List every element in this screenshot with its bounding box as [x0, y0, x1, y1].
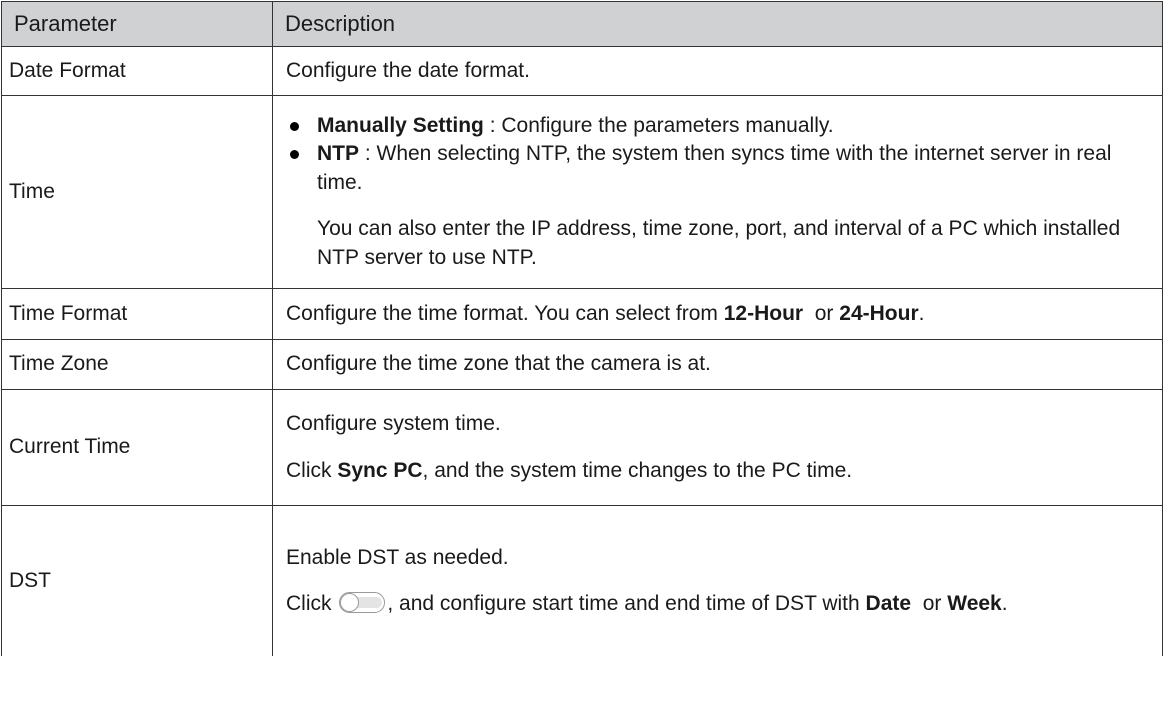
option-12-hour: 12-Hour [723, 301, 804, 325]
current-time-line2: Click Sync PC, and the system time chang… [286, 457, 1150, 485]
param-current-time: Current Time [1, 389, 273, 506]
list-item-ntp: NTP : When selecting NTP, the system the… [286, 140, 1150, 197]
desc-dst: Enable DST as needed. Click , and config… [272, 505, 1163, 656]
param-date-format: Date Format [1, 46, 273, 96]
table-row-time-zone: Time Zone Configure the time zone that t… [1, 339, 1163, 390]
header-parameter: Parameter [1, 1, 273, 47]
toggle-knob [340, 593, 360, 612]
option-ntp: NTP [317, 142, 359, 166]
option-week: Week [947, 592, 1002, 615]
dst-rest: , and configure start time and end time … [387, 592, 866, 615]
current-time-click: Click [286, 458, 338, 482]
table-row-dst: DST Enable DST as needed. Click , and co… [1, 505, 1163, 656]
sync-pc-label: Sync PC [337, 458, 423, 482]
option-manually-setting: Manually Setting [317, 114, 484, 138]
table-row-current-time: Current Time Configure system time. Clic… [1, 389, 1163, 506]
time-format-text: Configure the time format. You can selec… [286, 301, 724, 325]
param-time-format: Time Format [1, 288, 273, 340]
option-date: Date [865, 592, 912, 615]
desc-time-zone: Configure the time zone that the camera … [272, 339, 1163, 390]
desc-time: Manually Setting : Configure the paramet… [272, 95, 1163, 289]
param-time-zone: Time Zone [1, 339, 273, 390]
dst-or: or [911, 592, 948, 615]
dst-click: Click [286, 592, 338, 615]
header-description: Description [272, 1, 1163, 47]
table-header-row: Parameter Description [1, 1, 1163, 47]
dst-line2: Click , and configure start time and end… [286, 590, 1150, 618]
ntp-note: You can also enter the IP address, time … [317, 217, 1121, 269]
param-time: Time [1, 95, 273, 289]
option-ntp-text: : When selecting NTP, the system then sy… [317, 142, 1112, 194]
current-time-line1: Configure system time. [286, 412, 501, 436]
desc-current-time: Configure system time. Click Sync PC, an… [272, 389, 1163, 506]
option-24-hour: 24-Hour [839, 301, 919, 325]
desc-time-format: Configure the time format. You can selec… [272, 288, 1163, 340]
table-row-time: Time Manually Setting : Configure the pa… [1, 95, 1163, 289]
table-row-date-format: Date Format Configure the date format. [1, 46, 1163, 96]
dst-end: . [1001, 592, 1008, 615]
param-dst: DST [1, 505, 273, 656]
time-format-or: or [803, 301, 840, 325]
time-options-list: Manually Setting : Configure the paramet… [286, 112, 1150, 197]
desc-date-format: Configure the date format. [272, 46, 1163, 96]
parameter-table: Parameter Description Date Format Config… [1, 1, 1163, 656]
table-row-time-format: Time Format Configure the time format. Y… [1, 288, 1163, 340]
list-item-manual: Manually Setting : Configure the paramet… [286, 112, 1150, 140]
time-format-end: . [918, 301, 925, 325]
option-manual-text: : Configure the parameters manually. [483, 114, 834, 138]
dst-line1: Enable DST as needed. [286, 545, 509, 569]
toggle-switch-icon [339, 592, 386, 613]
current-time-rest: , and the system time changes to the PC … [422, 458, 853, 482]
